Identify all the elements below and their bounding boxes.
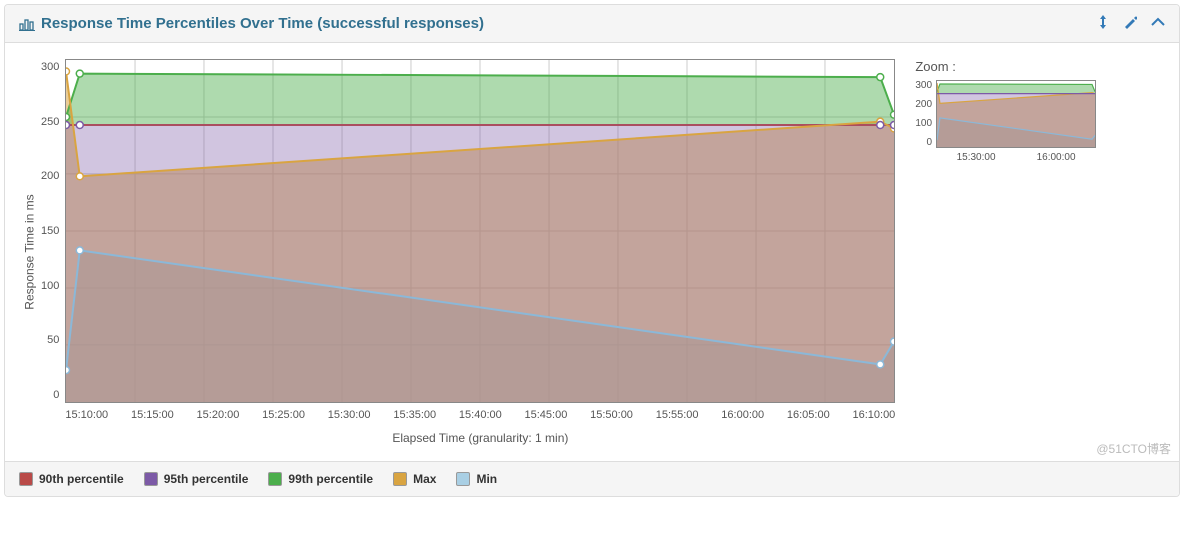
legend-label: Max bbox=[413, 472, 436, 486]
x-axis-label: Elapsed Time (granularity: 1 min) bbox=[65, 421, 895, 445]
x-tick: 15:20:00 bbox=[197, 409, 240, 421]
legend-item[interactable]: 99th percentile bbox=[268, 472, 373, 486]
legend: 90th percentile 95th percentile 99th perce… bbox=[5, 461, 1179, 496]
panel-body: Response Time in ms 300 250 200 150 100 50 0 bbox=[5, 43, 1179, 461]
x-tick: 15:55:00 bbox=[656, 409, 699, 421]
zoom-y-tick: 300 bbox=[915, 80, 932, 91]
y-axis-label: Response Time in ms bbox=[23, 194, 37, 309]
x-tick: 16:10:00 bbox=[852, 409, 895, 421]
zoom-y-ticks: 300 200 100 0 bbox=[915, 80, 936, 148]
zoom-x-tick: 15:30:00 bbox=[957, 152, 996, 163]
legend-swatch bbox=[268, 472, 282, 486]
zoom-y-tick: 100 bbox=[915, 118, 932, 129]
settings-icon[interactable] bbox=[1123, 15, 1137, 32]
x-tick: 15:30:00 bbox=[328, 409, 371, 421]
expand-vertical-icon[interactable] bbox=[1097, 15, 1109, 32]
panel-title: Response Time Percentiles Over Time (suc… bbox=[19, 15, 484, 32]
bar-chart-icon bbox=[19, 17, 35, 31]
x-tick: 15:45:00 bbox=[525, 409, 568, 421]
collapse-icon[interactable] bbox=[1151, 15, 1165, 32]
y-tick: 300 bbox=[41, 61, 59, 73]
zoom-y-tick: 0 bbox=[926, 137, 932, 148]
main-chart: Response Time in ms 300 250 200 150 100 50 0 bbox=[21, 59, 895, 445]
y-tick: 100 bbox=[41, 280, 59, 292]
panel-actions bbox=[1097, 15, 1165, 32]
x-tick: 15:10:00 bbox=[65, 409, 108, 421]
x-tick: 15:15:00 bbox=[131, 409, 174, 421]
y-tick: 150 bbox=[41, 225, 59, 237]
legend-item[interactable]: Max bbox=[393, 472, 436, 486]
x-tick: 16:00:00 bbox=[721, 409, 764, 421]
panel-title-text: Response Time Percentiles Over Time (suc… bbox=[41, 15, 484, 32]
y-tick: 250 bbox=[41, 116, 59, 128]
legend-item[interactable]: 95th percentile bbox=[144, 472, 249, 486]
x-tick: 15:40:00 bbox=[459, 409, 502, 421]
zoom-plot[interactable] bbox=[936, 80, 1096, 148]
legend-swatch bbox=[393, 472, 407, 486]
legend-swatch bbox=[144, 472, 158, 486]
legend-item[interactable]: 90th percentile bbox=[19, 472, 124, 486]
x-tick: 15:35:00 bbox=[393, 409, 436, 421]
legend-label: 95th percentile bbox=[164, 472, 249, 486]
y-tick: 0 bbox=[53, 389, 59, 401]
response-time-percentiles-panel: Response Time Percentiles Over Time (suc… bbox=[4, 4, 1180, 497]
legend-swatch bbox=[19, 472, 33, 486]
y-axis-ticks: 300 250 200 150 100 50 0 bbox=[39, 61, 65, 401]
legend-item[interactable]: Min bbox=[456, 472, 497, 486]
x-tick: 16:05:00 bbox=[787, 409, 830, 421]
zoom-y-tick: 200 bbox=[915, 99, 932, 110]
x-axis-ticks: 15:10:00 15:15:00 15:20:00 15:25:00 15:30:00… bbox=[65, 403, 895, 421]
zoom-title: Zoom : bbox=[915, 59, 1125, 74]
panel-header: Response Time Percentiles Over Time (suc… bbox=[5, 5, 1179, 43]
x-tick: 15:25:00 bbox=[262, 409, 305, 421]
y-tick: 200 bbox=[41, 170, 59, 182]
x-tick: 15:50:00 bbox=[590, 409, 633, 421]
chart-plot-area[interactable] bbox=[65, 59, 895, 403]
zoom-overview: Zoom : 300 200 100 0 bbox=[915, 59, 1125, 445]
legend-label: 90th percentile bbox=[39, 472, 124, 486]
legend-label: Min bbox=[476, 472, 497, 486]
zoom-x-ticks: 15:30:00 16:00:00 bbox=[936, 148, 1096, 163]
legend-swatch bbox=[456, 472, 470, 486]
legend-label: 99th percentile bbox=[288, 472, 373, 486]
zoom-x-tick: 16:00:00 bbox=[1037, 152, 1076, 163]
y-tick: 50 bbox=[47, 334, 59, 346]
